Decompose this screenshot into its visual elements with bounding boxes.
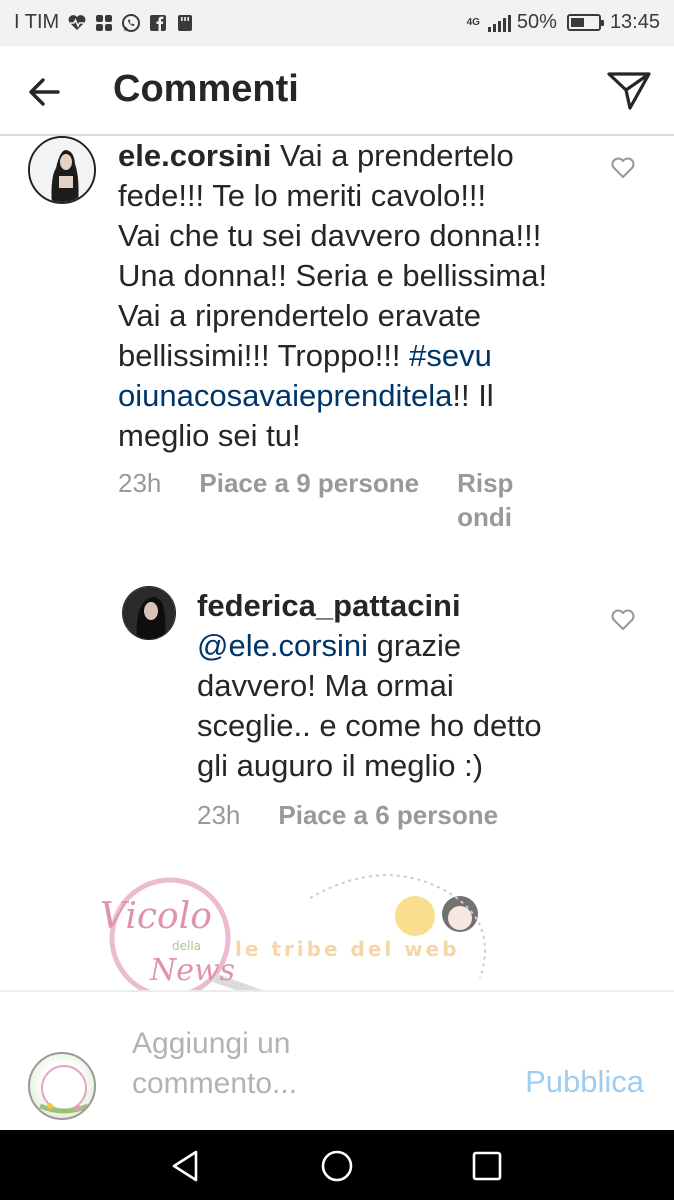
nav-back-icon[interactable]	[168, 1148, 204, 1184]
comment-line: federica_pattacini	[197, 586, 597, 626]
mention-link[interactable]: @ele.corsini	[197, 628, 368, 663]
comment-line: gli auguro il meglio :)	[197, 748, 484, 783]
sd-card-icon	[178, 14, 193, 31]
nav-home-icon[interactable]	[319, 1148, 355, 1184]
add-comment-bar: Aggiungi un commento... Pubblica	[0, 990, 674, 1130]
avatar-image	[123, 587, 175, 639]
comment-item: ele.corsini Vai a prendertelo fede!!! Te…	[0, 136, 674, 556]
comment-line: sceglie.. e come ho detto	[197, 708, 542, 743]
nav-recents-icon[interactable]	[469, 1148, 505, 1184]
status-left: I TIM	[14, 11, 195, 34]
reply-label: ondi	[457, 502, 512, 532]
signal-icon	[487, 14, 511, 32]
system-nav-bar	[0, 1130, 674, 1200]
comment-username[interactable]: federica_pattacini	[197, 588, 461, 623]
comment-line: Una donna!! Seria e bellissima!	[118, 258, 548, 293]
arrow-left-icon[interactable]	[24, 72, 64, 112]
facebook-icon	[150, 14, 167, 31]
heart-icon[interactable]	[610, 156, 636, 180]
comment-text-part: bellissimi!!! Troppo!!!	[118, 338, 410, 373]
carrier-name: I TIM	[14, 11, 60, 33]
comment-line: Vai che tu sei davvero donna!!!	[118, 218, 542, 253]
input-placeholder: Aggiungi un	[132, 1027, 291, 1060]
comment-text: federica_pattacini @ele.corsini grazie d…	[197, 586, 597, 786]
publish-button[interactable]: Pubblica	[525, 1064, 644, 1100]
heart-monitor-icon	[68, 14, 86, 30]
hashtag-link[interactable]: oiunacosavaieprenditela	[118, 378, 452, 413]
comment-text-part: !! Il	[452, 378, 494, 413]
hashtag-link[interactable]: #sevu	[409, 338, 492, 373]
comment-input[interactable]: Aggiungi un commento...	[132, 1024, 462, 1104]
watermark-text: News	[149, 953, 235, 988]
battery-fill	[570, 18, 584, 27]
reply-button[interactable]: Risp ondi	[457, 466, 513, 534]
comment-username[interactable]: ele.corsini	[118, 138, 271, 173]
comment-text-part: grazie	[368, 628, 462, 663]
battery-icon	[566, 14, 604, 31]
watermark-text: Vicolo	[100, 896, 212, 937]
comment-line: davvero! Ma ormai	[197, 668, 454, 703]
comment-text-part: Vai a prendertelo	[271, 138, 514, 173]
avatar[interactable]	[122, 586, 176, 640]
comment-line: fede!!! Te lo meriti cavolo!!!	[118, 178, 487, 213]
comments-header: Commenti	[0, 46, 674, 136]
input-placeholder: commento...	[132, 1067, 298, 1100]
battery-percent: 50%	[516, 11, 557, 33]
status-right: 4G 50% 13:45	[467, 11, 660, 34]
watermark-text: le tribe del web	[235, 937, 460, 961]
notification-icons	[67, 13, 195, 33]
comment-meta: 23h Piace a 6 persone	[197, 800, 498, 831]
whatsapp-icon	[122, 13, 141, 32]
avatar-image	[39, 1065, 89, 1114]
avatar[interactable]	[28, 136, 96, 204]
clock: 13:45	[609, 11, 660, 33]
comment-line: bellissimi!!! Troppo!!! #sevu	[118, 336, 598, 376]
likes-link[interactable]: Piace a 9 persone	[199, 468, 419, 534]
comment-meta: 23h Piace a 9 persone Risp ondi	[118, 468, 513, 534]
comment-line: Vai a riprendertelo eravate	[118, 298, 482, 333]
comment-time: 23h	[197, 800, 241, 830]
send-icon[interactable]	[606, 70, 652, 112]
network-label: 4G	[466, 17, 480, 28]
likes-link[interactable]: Piace a 6 persone	[278, 800, 498, 831]
comment-line: ele.corsini Vai a prendertelo	[118, 136, 598, 176]
reply-label: Risp	[457, 468, 514, 498]
comment-line: meglio sei tu!	[118, 418, 301, 453]
network-type: 4G	[466, 17, 480, 28]
apps-icon	[96, 14, 113, 31]
comment-item: federica_pattacini @ele.corsini grazie d…	[0, 586, 674, 846]
comment-line: @ele.corsini grazie	[197, 626, 597, 666]
comment-time: 23h	[118, 468, 162, 498]
comment-line: oiunacosavaieprenditela!! Il	[118, 376, 598, 416]
avatar-image	[30, 138, 94, 202]
watermark-text: della	[172, 939, 201, 953]
my-avatar	[28, 1052, 96, 1120]
status-bar: I TIM 4G 50% 13:45	[0, 0, 674, 46]
heart-icon[interactable]	[610, 608, 636, 632]
comment-text: ele.corsini Vai a prendertelo fede!!! Te…	[118, 136, 598, 456]
page-title: Commenti	[113, 68, 299, 110]
